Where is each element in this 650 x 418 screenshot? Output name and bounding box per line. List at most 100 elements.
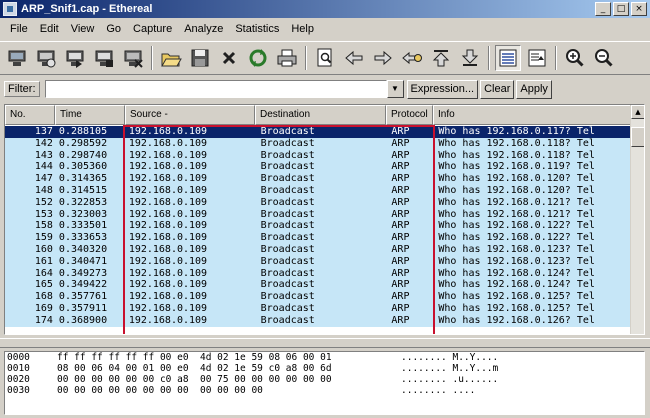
packet-row[interactable]: 164 0.349273 192.168.0.109 Broadcast ARP Who … [5,267,632,280]
packet-no: 153 [34,208,53,220]
packet-protocol: ARP [391,267,410,279]
packet-row[interactable]: 143 0.298740 192.168.0.109 Broadcast ARP Who … [5,149,632,162]
last-icon[interactable] [457,45,483,71]
save-icon[interactable] [187,45,213,71]
menu-help[interactable]: Help [285,23,320,35]
hex-bytes[interactable]: 00 00 00 00 00 00 00 00 00 00 00 00 [57,385,401,396]
clear-button[interactable]: Clear [480,79,515,99]
hex-offset[interactable]: 0010 [7,363,57,374]
packet-no: 159 [34,232,53,244]
close-window-button[interactable]: × [631,2,647,16]
maximize-button[interactable]: □ [613,2,629,16]
reload-icon[interactable] [245,45,271,71]
expression-button[interactable]: Expression... [406,79,479,99]
scroll-up-icon[interactable]: ▲ [631,105,644,119]
column-header-info[interactable]: Info [433,105,644,125]
colorize-icon[interactable] [495,45,521,71]
scrollbar-thumb[interactable] [631,127,644,147]
forward-icon[interactable] [370,45,396,71]
capture-options-icon[interactable] [33,45,59,71]
minimize-button[interactable]: _ [595,2,611,16]
filter-dropdown-button[interactable]: ▼ [386,80,404,98]
hex-offset[interactable]: 0000 [7,352,57,363]
packet-row[interactable]: 137 0.288105 192.168.0.109 Broadcast ARP Who … [5,126,632,138]
open-icon[interactable] [158,45,184,71]
packet-row[interactable]: 159 0.333653 192.168.0.109 Broadcast ARP Who … [5,232,632,244]
packet-row[interactable]: 169 0.357911 192.168.0.109 Broadcast ARP Who … [5,302,632,315]
apply-button[interactable]: Apply [516,79,552,99]
filter-label[interactable]: Filter: [4,81,40,97]
packet-time: 0.314515 [58,184,108,196]
packet-list-scrollbar[interactable]: ▲ [630,105,644,334]
go-to-icon[interactable] [399,45,425,71]
packet-info: Who has 192.168.0.123? Tel [438,255,595,267]
hex-offset[interactable]: 0030 [7,385,57,396]
packet-no: 160 [34,243,53,255]
packet-info: Who has 192.168.0.122? Tel [438,220,595,232]
hex-bytes[interactable]: ff ff ff ff ff ff 00 e0 4d 02 1e 59 08 0… [57,352,401,363]
packet-row[interactable]: 174 0.368900 192.168.0.109 Broadcast ARP Who … [5,314,632,327]
packet-row[interactable]: 165 0.349422 192.168.0.109 Broadcast ARP Who … [5,279,632,292]
packet-no: 158 [34,220,53,232]
hex-ascii[interactable]: ........ .... [401,385,521,396]
column-header-time[interactable]: Time [55,105,125,125]
packet-row[interactable]: 152 0.322853 192.168.0.109 Broadcast ARP Who … [5,196,632,209]
menu-analyze[interactable]: Analyze [178,23,229,35]
print-icon[interactable] [274,45,300,71]
zoom-in-icon[interactable] [562,45,588,71]
menu-edit[interactable]: Edit [34,23,65,35]
hex-ascii[interactable]: ........ M..Y.... [401,352,521,363]
packet-source: 192.168.0.109 [128,161,208,173]
packet-rows: 137 0.288105 192.168.0.109 Broadcast ARP Who … [5,126,632,327]
column-header-source[interactable]: Source - [125,105,255,125]
packet-protocol: ARP [391,137,410,149]
interfaces-icon[interactable] [4,45,30,71]
autoscroll-icon[interactable] [524,45,550,71]
back-icon[interactable] [341,45,367,71]
pane-splitter[interactable] [0,338,650,348]
packet-row[interactable]: 153 0.323003 192.168.0.109 Broadcast ARP Who … [5,208,632,221]
zoom-out-icon[interactable] [591,45,617,71]
menu-capture[interactable]: Capture [127,23,178,35]
start-capture-icon[interactable] [62,45,88,71]
packet-row[interactable]: 144 0.305360 192.168.0.109 Broadcast ARP Who … [5,161,632,174]
packet-row[interactable]: 160 0.340320 192.168.0.109 Broadcast ARP Who … [5,243,632,256]
menu-view[interactable]: View [65,23,101,35]
menu-statistics[interactable]: Statistics [229,23,285,35]
hex-ascii[interactable]: ........ .u...... [401,374,521,385]
hex-offset[interactable]: 0020 [7,374,57,385]
hex-ascii[interactable]: ........ M..Y...m [401,363,521,374]
packet-time: 0.322853 [58,196,108,208]
column-header-protocol[interactable]: Protocol [386,105,433,125]
packet-row[interactable]: 147 0.314365 192.168.0.109 Broadcast ARP Who … [5,173,632,185]
packet-source: 192.168.0.109 [128,149,208,161]
packet-protocol: ARP [391,255,410,267]
packet-row[interactable]: 142 0.298592 192.168.0.109 Broadcast ARP Who … [5,137,632,150]
title-bar: ARP_Snif1.cap - Ethereal _ □ × [0,0,650,18]
packet-destination: Broadcast [260,267,315,279]
first-icon[interactable] [428,45,454,71]
packet-list: No. Time Source - Destination Protocol I… [4,104,645,335]
packet-destination: Broadcast [260,126,315,137]
packet-destination: Broadcast [260,279,315,291]
hex-bytes[interactable]: 08 00 06 04 00 01 00 e0 4d 02 1e 59 c0 a… [57,363,401,374]
packet-no: 164 [34,267,53,279]
restart-capture-icon[interactable] [91,45,117,71]
packet-destination: Broadcast [260,314,315,326]
stop-capture-icon[interactable] [120,45,146,71]
column-header-destination[interactable]: Destination [255,105,386,125]
packet-source: 192.168.0.109 [128,314,208,326]
menu-file[interactable]: File [4,23,34,35]
packet-row[interactable]: 148 0.314515 192.168.0.109 Broadcast ARP Who … [5,184,632,197]
packet-row[interactable]: 168 0.357761 192.168.0.109 Broadcast ARP Who … [5,291,632,303]
hex-bytes[interactable]: 00 00 00 00 00 00 c0 a8 00 75 00 00 00 0… [57,374,401,385]
packet-time: 0.314365 [58,173,108,185]
find-icon[interactable] [312,45,338,71]
close-icon[interactable] [216,45,242,71]
menu-go[interactable]: Go [100,23,127,35]
packet-row[interactable]: 161 0.340471 192.168.0.109 Broadcast ARP Who … [5,255,632,268]
packet-row[interactable]: 158 0.333501 192.168.0.109 Broadcast ARP Who … [5,220,632,233]
packet-time: 0.368900 [58,314,108,326]
column-header-no[interactable]: No. [5,105,55,125]
filter-input[interactable] [44,80,387,98]
